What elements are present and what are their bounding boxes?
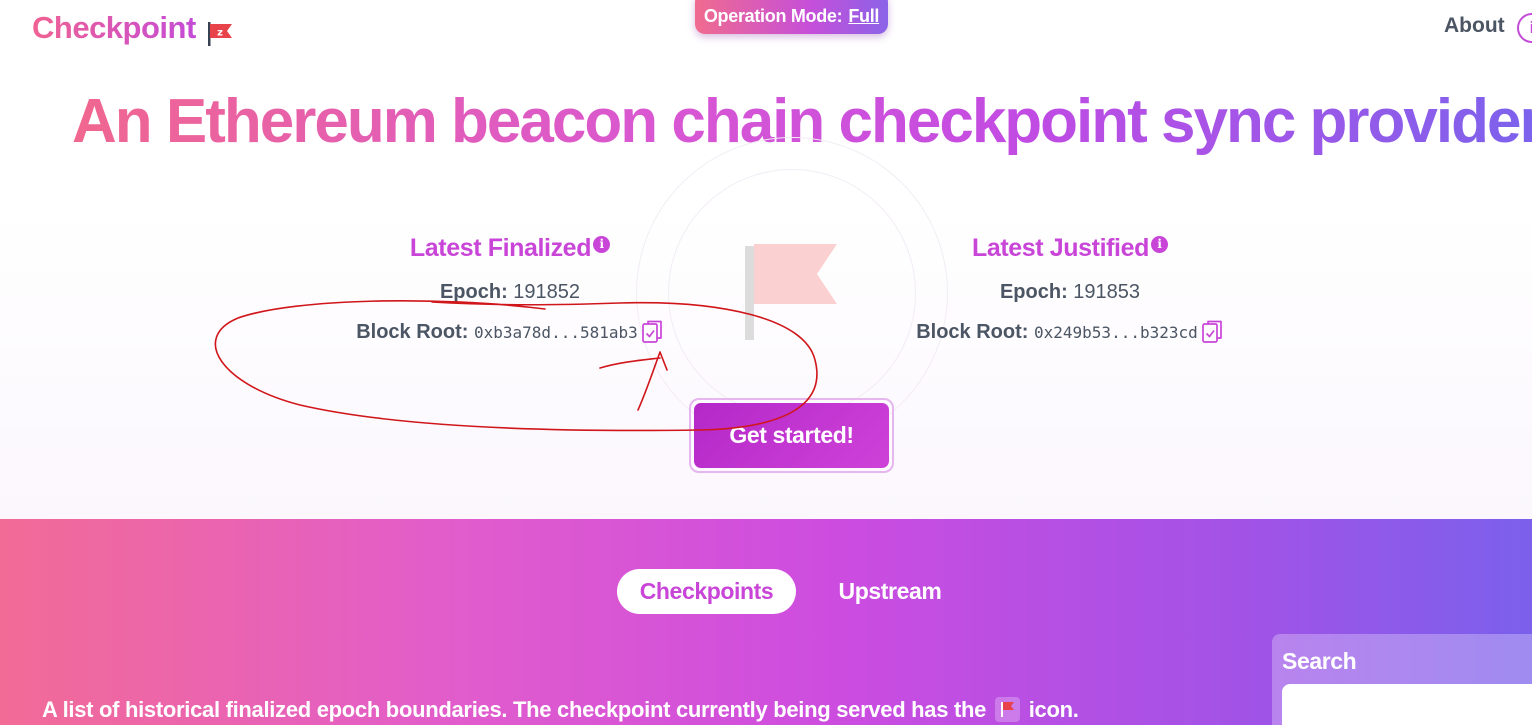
operation-mode-banner: Operation Mode: Full: [695, 0, 888, 34]
flag-icon: [994, 697, 1020, 722]
search-label: Search: [1282, 648, 1357, 674]
justified-block-root: Block Root: 0x249b53...b323cd: [900, 319, 1240, 345]
checkpoints-section: Checkpoints Upstream Search A list of hi…: [0, 519, 1532, 725]
search-input[interactable]: [1282, 684, 1532, 725]
logo-text[interactable]: Checkpoint: [32, 10, 196, 46]
finalized-card: Latest Finalized i Epoch: 191852 Block Ro…: [340, 234, 680, 345]
operation-mode-label: Operation Mode:: [703, 5, 843, 26]
clipboard-check-icon[interactable]: [1200, 319, 1224, 345]
finalized-epoch: Epoch: 191852: [439, 281, 581, 303]
tab-checkpoints[interactable]: Checkpoints: [617, 569, 796, 614]
search-panel: Search: [1272, 634, 1532, 725]
justified-epoch: Epoch: 191853: [999, 281, 1141, 303]
logo-badge: z: [217, 28, 223, 39]
logo-flag-icon: z: [208, 22, 232, 46]
info-icon[interactable]: i: [593, 236, 611, 253]
operation-mode-link[interactable]: Full: [848, 6, 879, 27]
clipboard-check-icon[interactable]: [640, 319, 664, 345]
get-started-button[interactable]: Get started!: [694, 403, 889, 468]
hero-section: Checkpoint z Operation Mode: Full About …: [0, 0, 1532, 520]
justified-title: Latest Justified i: [900, 234, 1240, 263]
info-icon[interactable]: i: [1150, 236, 1168, 253]
finalized-block-root-value: 0xb3a78d...581ab3: [474, 323, 638, 342]
tab-upstream[interactable]: Upstream: [820, 569, 960, 614]
flag-icon: [745, 244, 837, 340]
justified-epoch-value: 191853: [1073, 281, 1141, 303]
get-started-button-frame: Get started!: [689, 398, 894, 473]
finalized-title: Latest Finalized i: [340, 234, 680, 263]
about-link[interactable]: About: [1444, 14, 1505, 38]
justified-block-root-value: 0x249b53...b323cd: [1034, 323, 1198, 342]
checkpoints-description: A list of historical finalized epoch bou…: [42, 697, 1079, 722]
finalized-epoch-value: 191852: [513, 281, 581, 303]
finalized-block-root: Block Root: 0xb3a78d...581ab3: [340, 319, 680, 345]
justified-card: Latest Justified i Epoch: 191853 Block Ro…: [900, 234, 1240, 345]
info-icon[interactable]: i: [1517, 13, 1532, 43]
